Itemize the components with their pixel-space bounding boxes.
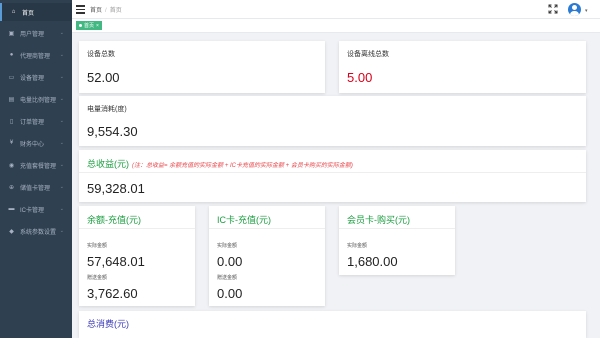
member-card: 会员卡-购买(元) 实际金额 1,680.00 <box>339 206 455 275</box>
gift-label: 赠送金额 <box>87 275 108 281</box>
chevron-down-icon: ⌄ <box>59 96 64 102</box>
chevron-down-icon: ⌄ <box>59 184 64 190</box>
income-note: (注：总收益= 余额充值的实际金额 + IC卡充值的实际金额 + 会员卡购买的实… <box>132 163 353 169</box>
chevron-down-icon: ⌄ <box>59 30 64 36</box>
power-card: 电量消耗(度) 9,554.30 <box>79 96 586 146</box>
tags-bar: 首页 × <box>72 19 600 33</box>
card-title: 设备总数 <box>87 51 115 58</box>
actual-label: 实际金额 <box>217 243 238 249</box>
chevron-down-icon: ⌄ <box>59 228 64 234</box>
chevron-down-icon: ⌄ <box>59 52 64 58</box>
card-title: 余额-充值(元) <box>87 215 141 225</box>
breadcrumb-home[interactable]: 首页 <box>90 8 102 14</box>
breadcrumb-current: 首页 <box>109 8 122 14</box>
package-icon: ◉ <box>8 162 15 169</box>
menu-toggle-icon[interactable] <box>76 5 85 14</box>
finance-icon: ¥ <box>9 140 14 146</box>
member-actual-value: 1,680.00 <box>347 254 398 269</box>
card-title: IC卡-充值(元) <box>217 215 271 225</box>
divider <box>79 228 195 229</box>
tab-home[interactable]: 首页 × <box>76 21 102 30</box>
chevron-down-icon: ⌄ <box>59 74 64 80</box>
sidebar-item-label: 订单管理 <box>20 119 45 126</box>
tab-label: 首页 <box>84 23 95 29</box>
consume-card: 总消费(元) <box>79 311 586 338</box>
ic-card-icon: ▬ <box>8 206 15 212</box>
device-offline-card: 设备离线总数 5.00 <box>339 41 586 93</box>
divider <box>79 172 586 173</box>
sidebar-item-label: 充值套餐管理 <box>20 163 57 170</box>
divider <box>339 228 455 229</box>
settings-icon: ◆ <box>9 228 14 235</box>
card-title: 总收益(元) (注：总收益= 余额充值的实际金额 + IC卡充值的实际金额 + 会… <box>87 157 353 170</box>
top-header: 首页 / 首页 ▾ <box>72 0 600 19</box>
sidebar-item-home[interactable]: ⌂ 首页 <box>0 3 72 21</box>
power-value: 9,554.30 <box>87 124 138 139</box>
sidebar-item-label: IC卡管理 <box>20 207 45 214</box>
sidebar-item-devices[interactable]: ▭ 设备管理 ⌄ <box>0 68 72 86</box>
chevron-down-icon: ⌄ <box>59 162 64 168</box>
device-total-value: 52.00 <box>87 70 120 85</box>
fullscreen-icon[interactable] <box>548 4 558 14</box>
agent-icon: ● <box>9 52 14 58</box>
sidebar-item-label: 系统参数设置 <box>20 229 57 236</box>
home-icon: ⌂ <box>11 9 16 15</box>
card-icon: ⊕ <box>8 184 15 191</box>
device-icon: ▭ <box>8 74 15 81</box>
sidebar-item-ic-card[interactable]: ▬ IC卡管理 ⌄ <box>0 200 72 218</box>
sidebar-item-label: 设备管理 <box>20 75 45 82</box>
balance-actual-value: 57,648.01 <box>87 254 145 269</box>
ic-card-gift-value: 0.00 <box>217 286 243 301</box>
ic-card-card: IC卡-充值(元) 实际金额 0.00 赠送金额 0.00 <box>209 206 325 306</box>
sidebar-item-power[interactable]: ▤ 电量比例管理 ⌄ <box>0 90 72 108</box>
chevron-down-icon[interactable]: ▾ <box>585 8 588 14</box>
income-title: 总收益(元) <box>87 159 129 169</box>
card-title: 电量消耗(度) <box>87 106 127 113</box>
sidebar-item-label: 首页 <box>22 10 35 17</box>
chevron-down-icon: ⌄ <box>59 118 64 124</box>
device-offline-value: 5.00 <box>347 70 373 85</box>
breadcrumb: 首页 / 首页 <box>90 5 122 14</box>
sidebar-item-label: 代理商管理 <box>20 53 51 60</box>
chevron-down-icon: ⌄ <box>59 206 64 212</box>
income-value: 59,328.01 <box>87 181 145 196</box>
actual-label: 实际金额 <box>87 243 108 249</box>
income-card: 总收益(元) (注：总收益= 余额充值的实际金额 + IC卡充值的实际金额 + 会… <box>79 150 586 202</box>
balance-card: 余额-充值(元) 实际金额 57,648.01 赠送金额 3,762.60 <box>79 206 195 306</box>
sidebar-item-users[interactable]: ▣ 用户管理 ⌄ <box>0 24 72 42</box>
card-title: 会员卡-购买(元) <box>347 215 410 225</box>
gift-label: 赠送金额 <box>217 275 238 281</box>
user-icon: ▣ <box>8 30 15 37</box>
device-total-card: 设备总数 52.00 <box>79 41 325 93</box>
sidebar-item-label: 储值卡管理 <box>20 185 51 192</box>
sidebar-item-label: 电量比例管理 <box>20 97 57 104</box>
chevron-down-icon: ⌄ <box>59 140 64 146</box>
breadcrumb-separator: / <box>105 8 107 14</box>
power-icon: ▤ <box>8 96 15 103</box>
sidebar: ⌂ 首页 ▣ 用户管理 ⌄ ● 代理商管理 ⌄ ▭ 设备管理 ⌄ ▤ 电量比例管… <box>0 0 72 338</box>
sidebar-item-settings[interactable]: ◆ 系统参数设置 ⌄ <box>0 222 72 240</box>
sidebar-item-orders[interactable]: ▯ 订单管理 ⌄ <box>0 112 72 130</box>
active-dot-icon <box>79 24 82 27</box>
avatar[interactable] <box>568 3 581 16</box>
card-title: 总消费(元) <box>87 319 129 329</box>
actual-label: 实际金额 <box>347 243 368 249</box>
order-icon: ▯ <box>9 118 14 125</box>
sidebar-item-packages[interactable]: ◉ 充值套餐管理 ⌄ <box>0 156 72 174</box>
sidebar-item-label: 财务中心 <box>20 141 45 148</box>
divider <box>209 228 325 229</box>
balance-gift-value: 3,762.60 <box>87 286 138 301</box>
sidebar-item-agents[interactable]: ● 代理商管理 ⌄ <box>0 46 72 64</box>
close-icon[interactable]: × <box>96 23 99 29</box>
sidebar-item-stored-card[interactable]: ⊕ 储值卡管理 ⌄ <box>0 178 72 196</box>
sidebar-item-label: 用户管理 <box>20 31 45 38</box>
ic-card-actual-value: 0.00 <box>217 254 243 269</box>
card-title: 设备离线总数 <box>347 51 389 58</box>
sidebar-item-finance[interactable]: ¥ 财务中心 ⌄ <box>0 134 72 152</box>
